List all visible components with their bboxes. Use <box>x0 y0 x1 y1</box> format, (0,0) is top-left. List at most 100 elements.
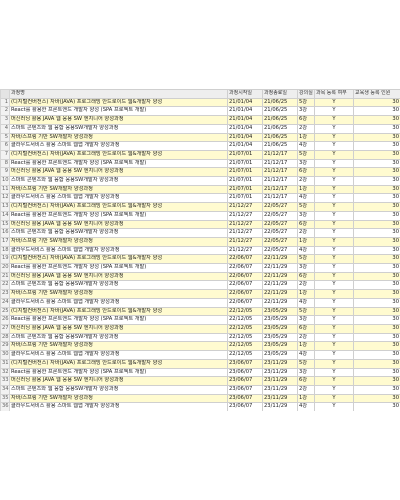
table-row[interactable]: 5 자바/스프링 기반 SW개발자 양성과정 21/01/04 21/06/25 1강 Y… <box>0 132 400 143</box>
cell-start-date[interactable]: 21/07/01 <box>227 149 263 160</box>
cell-start-date[interactable]: 21/07/01 <box>227 167 263 178</box>
cell-subject-registered[interactable]: Y <box>314 210 354 221</box>
cell-start-date[interactable]: 23/06/07 <box>227 376 263 386</box>
row-number[interactable]: 25 <box>0 306 10 317</box>
cell-classroom[interactable]: 1강 <box>297 289 315 299</box>
table-row[interactable]: 1 (디지털컨버전스) 자바(JAVA) 프로그래밍 안드로이드 웹&개발자 양성… <box>0 97 400 108</box>
cell-end-date[interactable]: 23/11/29 <box>262 376 298 386</box>
cell-course-name[interactable]: 스마트 콘텐츠와 웹 융합 응용SW개발자 양성과정 <box>9 332 228 343</box>
cell-course-name[interactable]: (디지털컨버전스) 자바(JAVA) 프로그래밍 안드로이드 웹&개발자 양성 <box>9 358 228 369</box>
cell-course-name[interactable]: 자바/스프링 기반 SW개발자 양성과정 <box>9 236 228 247</box>
table-row[interactable]: 24 클라우드서비스 활용 스마트 웹앱 개발자 양성과정 22/06/07 22/1… <box>0 297 400 308</box>
cell-start-date[interactable]: 21/12/27 <box>227 245 263 256</box>
column-header-end-date[interactable]: 과정종료일 <box>262 89 298 99</box>
cell-start-date[interactable]: 22/06/07 <box>227 254 263 265</box>
row-number[interactable]: 18 <box>0 245 10 256</box>
cell-student-count[interactable]: 30 <box>353 176 400 186</box>
row-number[interactable]: 11 <box>0 184 10 195</box>
row-number[interactable]: 15 <box>0 219 10 230</box>
cell-subject-registered[interactable]: Y <box>314 315 354 325</box>
cell-end-date[interactable]: 21/06/25 <box>262 132 298 143</box>
cell-student-count[interactable]: 30 <box>353 210 400 221</box>
cell-start-date[interactable]: 21/01/04 <box>227 115 263 125</box>
table-row[interactable]: 14 React를 활용한 프론트엔드 개발자 양성 (SPA 프로젝트 개발) 2… <box>0 210 400 221</box>
table-row[interactable]: 17 자바/스프링 기반 SW개발자 양성과정 21/12/27 22/05/27 1강… <box>0 236 400 247</box>
row-number[interactable]: 16 <box>0 228 10 238</box>
cell-classroom[interactable]: 2강 <box>297 332 315 343</box>
cell-start-date[interactable]: 21/12/27 <box>227 210 263 221</box>
cell-end-date[interactable]: 22/11/29 <box>262 289 298 299</box>
table-row[interactable]: 27 머신러닝 활용 JAVA 웹 응용 SW 엔지니어 양성과정 22/12/05… <box>0 324 400 334</box>
cell-subject-registered[interactable]: Y <box>314 263 354 273</box>
table-row[interactable]: 9 머신러닝 활용 JAVA 웹 응용 SW 엔지니어 양성과정 21/07/01 2… <box>0 167 400 178</box>
row-number[interactable]: 1 <box>0 97 10 108</box>
cell-classroom[interactable]: 3강 <box>297 210 315 221</box>
cell-subject-registered[interactable]: Y <box>314 341 354 352</box>
cell-classroom[interactable]: 6강 <box>297 219 315 230</box>
cell-classroom[interactable]: 1강 <box>297 236 315 247</box>
cell-subject-registered[interactable]: Y <box>314 141 354 151</box>
cell-subject-registered[interactable]: Y <box>314 236 354 247</box>
row-number[interactable]: 13 <box>0 202 10 212</box>
cell-end-date[interactable]: 21/12/17 <box>262 149 298 160</box>
table-row[interactable]: 31 (디지털컨버전스) 자바(JAVA) 프로그래밍 안드로이드 웹&개발자 양… <box>0 358 400 369</box>
row-number[interactable]: 34 <box>0 384 10 395</box>
cell-classroom[interactable]: 3강 <box>297 263 315 273</box>
cell-course-name[interactable]: 머신러닝 활용 JAVA 웹 응용 SW 엔지니어 양성과정 <box>9 115 228 125</box>
cell-classroom[interactable]: 6강 <box>297 271 315 282</box>
cell-end-date[interactable]: 21/06/25 <box>262 97 298 108</box>
cell-classroom[interactable]: 5강 <box>297 202 315 212</box>
cell-course-name[interactable]: 스마트 콘텐츠와 웹 융합 응용SW개발자 양성과정 <box>9 384 228 395</box>
row-number[interactable]: 22 <box>0 280 10 291</box>
cell-course-name[interactable]: React를 활용한 프론트엔드 개발자 양성 (SPA 프로젝트 개발) <box>9 263 228 273</box>
cell-start-date[interactable]: 22/06/07 <box>227 263 263 273</box>
cell-course-name[interactable]: 클라우드서비스 활용 스마트 웹앱 개발자 양성과정 <box>9 245 228 256</box>
row-number[interactable]: 20 <box>0 263 10 273</box>
table-row[interactable]: 2 React를 활용한 프론트엔드 개발자 양성 (SPA 프로젝트 개발) 21… <box>0 106 400 117</box>
cell-classroom[interactable]: 5강 <box>297 306 315 317</box>
cell-end-date[interactable]: 21/12/17 <box>262 193 298 204</box>
table-row[interactable]: 22 스마트 콘텐츠와 웹 융합 응용SW개발자 양성과정 22/06/07 22/1… <box>0 280 400 291</box>
cell-end-date[interactable]: 21/12/17 <box>262 184 298 195</box>
cell-student-count[interactable]: 30 <box>353 315 400 325</box>
cell-classroom[interactable]: 4강 <box>297 402 315 411</box>
row-number[interactable]: 28 <box>0 332 10 343</box>
cell-classroom[interactable]: 1강 <box>297 393 315 404</box>
table-row[interactable]: 29 자바/스프링 기반 SW개발자 양성과정 22/12/05 23/05/29 1강… <box>0 341 400 352</box>
cell-subject-registered[interactable]: Y <box>314 271 354 282</box>
cell-student-count[interactable]: 30 <box>353 123 400 134</box>
row-number[interactable]: 24 <box>0 297 10 308</box>
cell-start-date[interactable]: 21/12/27 <box>227 228 263 238</box>
cell-classroom[interactable]: 4강 <box>297 350 315 360</box>
table-row[interactable]: 10 스마트 콘텐츠와 웹 융합 응용SW개발자 양성과정 21/07/01 21/1… <box>0 176 400 186</box>
table-row[interactable]: 36 클라우드서비스 활용 스마트 웹앱 개발자 양성과정 23/06/07 23/1… <box>0 402 400 411</box>
row-number[interactable]: 5 <box>0 132 10 143</box>
cell-subject-registered[interactable]: Y <box>314 193 354 204</box>
row-number[interactable]: 31 <box>0 358 10 369</box>
cell-start-date[interactable]: 22/06/07 <box>227 297 263 308</box>
cell-course-name[interactable]: 스마트 콘텐츠와 웹 융합 응용SW개발자 양성과정 <box>9 123 228 134</box>
cell-student-count[interactable]: 30 <box>353 115 400 125</box>
cell-course-name[interactable]: React를 활용한 프론트엔드 개발자 양성 (SPA 프로젝트 개발) <box>9 315 228 325</box>
cell-course-name[interactable]: (디지털컨버전스) 자바(JAVA) 프로그래밍 안드로이드 웹&개발자 양성 <box>9 97 228 108</box>
cell-course-name[interactable]: (디지털컨버전스) 자바(JAVA) 프로그래밍 안드로이드 웹&개발자 양성 <box>9 254 228 265</box>
cell-subject-registered[interactable]: Y <box>314 106 354 117</box>
table-row[interactable]: 6 클라우드서비스 활용 스마트 웹앱 개발자 양성과정 21/01/04 21/06… <box>0 141 400 151</box>
row-number[interactable]: 19 <box>0 254 10 265</box>
cell-start-date[interactable]: 23/06/07 <box>227 402 263 411</box>
cell-end-date[interactable]: 23/11/29 <box>262 367 298 378</box>
cell-student-count[interactable]: 30 <box>353 367 400 378</box>
table-row[interactable]: 30 클라우드서비스 활용 스마트 웹앱 개발자 양성과정 22/12/05 23/0… <box>0 350 400 360</box>
cell-student-count[interactable]: 30 <box>353 202 400 212</box>
table-row[interactable]: 19 (디지털컨버전스) 자바(JAVA) 프로그래밍 안드로이드 웹&개발자 양… <box>0 254 400 265</box>
cell-student-count[interactable]: 30 <box>353 106 400 117</box>
row-number[interactable]: 23 <box>0 289 10 299</box>
cell-end-date[interactable]: 23/11/29 <box>262 402 298 411</box>
cell-student-count[interactable]: 30 <box>353 254 400 265</box>
cell-course-name[interactable]: (디지털컨버전스) 자바(JAVA) 프로그래밍 안드로이드 웹&개발자 양성 <box>9 306 228 317</box>
cell-start-date[interactable]: 21/07/01 <box>227 193 263 204</box>
table-row[interactable]: 8 React를 활용한 프론트엔드 개발자 양성 (SPA 프로젝트 개발) 21… <box>0 158 400 169</box>
cell-subject-registered[interactable]: Y <box>314 350 354 360</box>
cell-subject-registered[interactable]: Y <box>314 289 354 299</box>
cell-classroom[interactable]: 6강 <box>297 167 315 178</box>
